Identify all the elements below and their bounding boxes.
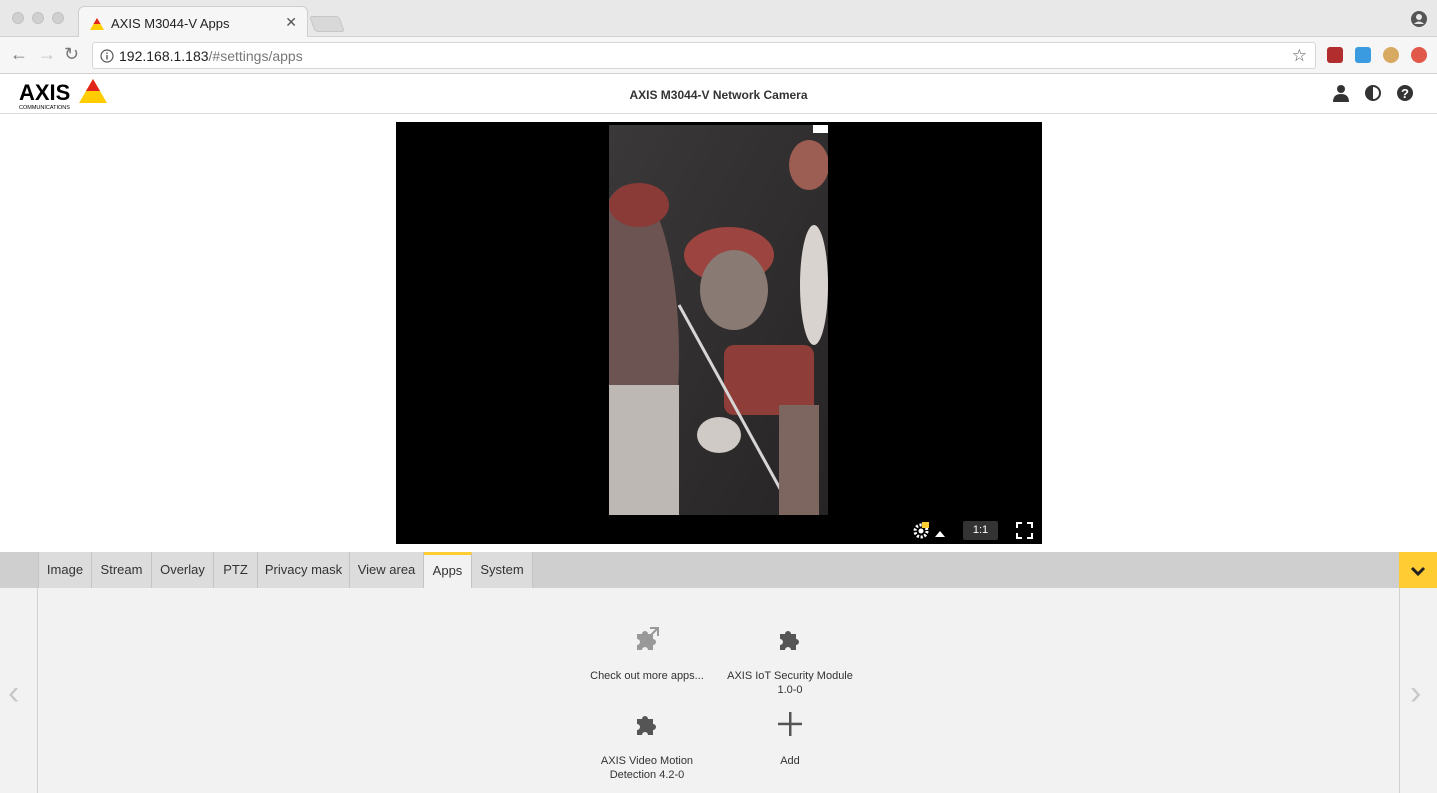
camera-header: AXIS COMMUNICATIONS AXIS M3044-V Network… — [0, 74, 1437, 114]
app-label: AXIS Video Motion Detection 4.2-0 — [600, 755, 694, 781]
chevron-left-icon: ‹ — [8, 674, 20, 712]
tab-stream[interactable]: Stream — [92, 552, 152, 588]
svg-text:?: ? — [1401, 86, 1409, 101]
minimize-window-button[interactable] — [32, 12, 44, 24]
user-icon[interactable] — [1332, 84, 1350, 107]
zoom-ratio-button[interactable]: 1:1 — [963, 521, 998, 540]
add-app-button[interactable]: Add — [720, 711, 860, 768]
address-bar[interactable]: 192.168.1.183/#settings/apps ☆ — [92, 42, 1316, 69]
app-video-motion-detection[interactable]: AXIS Video Motion Detection 4.2-0 — [577, 711, 717, 782]
tab-apps[interactable]: Apps — [424, 552, 472, 588]
close-tab-icon[interactable]: ✕ — [285, 14, 297, 31]
stream-settings-gear-icon[interactable] — [912, 521, 930, 544]
puzzle-icon — [720, 626, 860, 657]
app-label: Check out more apps... — [590, 670, 704, 682]
app-label: AXIS IoT Security Module 1.0-0 — [727, 670, 853, 696]
url-path: /#settings/apps — [208, 48, 303, 64]
fullscreen-icon[interactable] — [1016, 522, 1033, 544]
plus-icon — [720, 711, 860, 742]
browser-toolbar: ← → ↻ 192.168.1.183/#settings/apps ☆ — [0, 37, 1437, 74]
tab-view-area[interactable]: View area — [350, 552, 424, 588]
back-icon[interactable]: ← — [10, 44, 28, 65]
previous-page-button[interactable]: ‹ — [0, 588, 38, 793]
cookie-extension-icon[interactable] — [1383, 47, 1399, 63]
url-text: 192.168.1.183/#settings/apps — [119, 48, 303, 64]
tab-ptz[interactable]: PTZ — [214, 552, 258, 588]
tab-privacy-mask[interactable]: Privacy mask — [258, 552, 350, 588]
upload-extension-icon[interactable] — [1411, 47, 1427, 63]
tab-overlay[interactable]: Overlay — [152, 552, 214, 588]
ublock-extension-icon[interactable] — [1327, 47, 1343, 63]
tab-system[interactable]: System — [472, 552, 533, 588]
info-icon[interactable] — [100, 49, 114, 68]
caret-up-icon[interactable] — [935, 525, 945, 543]
live-video-view[interactable]: 1:1 — [396, 122, 1042, 544]
chevron-down-icon — [1410, 564, 1426, 582]
new-tab-button[interactable] — [309, 16, 345, 32]
puzzle-icon — [577, 711, 717, 742]
settings-tab-bar: Image Stream Overlay PTZ Privacy mask Vi… — [0, 552, 1437, 588]
next-page-button[interactable]: › — [1399, 588, 1437, 793]
logo-subtext: COMMUNICATIONS — [19, 105, 70, 111]
contrast-icon[interactable] — [1364, 84, 1382, 107]
zoom-window-button[interactable] — [52, 12, 64, 24]
puzzle-link-icon — [577, 626, 717, 657]
tab-title: AXIS M3044-V Apps — [111, 16, 230, 31]
bookmark-star-icon[interactable]: ☆ — [1292, 46, 1307, 66]
browser-tab[interactable]: AXIS M3044-V Apps ✕ — [78, 6, 308, 38]
app-check-out-more[interactable]: Check out more apps... — [577, 626, 717, 683]
forward-icon[interactable]: → — [38, 44, 56, 65]
browser-tab-strip: AXIS M3044-V Apps ✕ — [0, 0, 1437, 38]
page-title: AXIS M3044-V Network Camera — [629, 88, 808, 102]
close-window-button[interactable] — [12, 12, 24, 24]
s-extension-icon[interactable] — [1355, 47, 1371, 63]
chevron-right-icon: › — [1410, 674, 1422, 712]
apps-panel: ‹ › Check out more apps... AXIS IoT Secu… — [0, 588, 1437, 793]
help-icon[interactable]: ? — [1396, 84, 1414, 107]
app-iot-security-module[interactable]: AXIS IoT Security Module 1.0-0 — [720, 626, 860, 697]
url-host: 192.168.1.183 — [119, 48, 209, 64]
camera-feed-image — [609, 125, 828, 515]
tab-image[interactable]: Image — [38, 552, 92, 588]
app-label: Add — [780, 755, 800, 767]
reload-icon[interactable]: ↻ — [64, 44, 79, 65]
axis-favicon-icon — [90, 17, 104, 35]
profile-icon[interactable] — [1411, 11, 1427, 32]
collapse-panel-button[interactable] — [1399, 552, 1437, 588]
